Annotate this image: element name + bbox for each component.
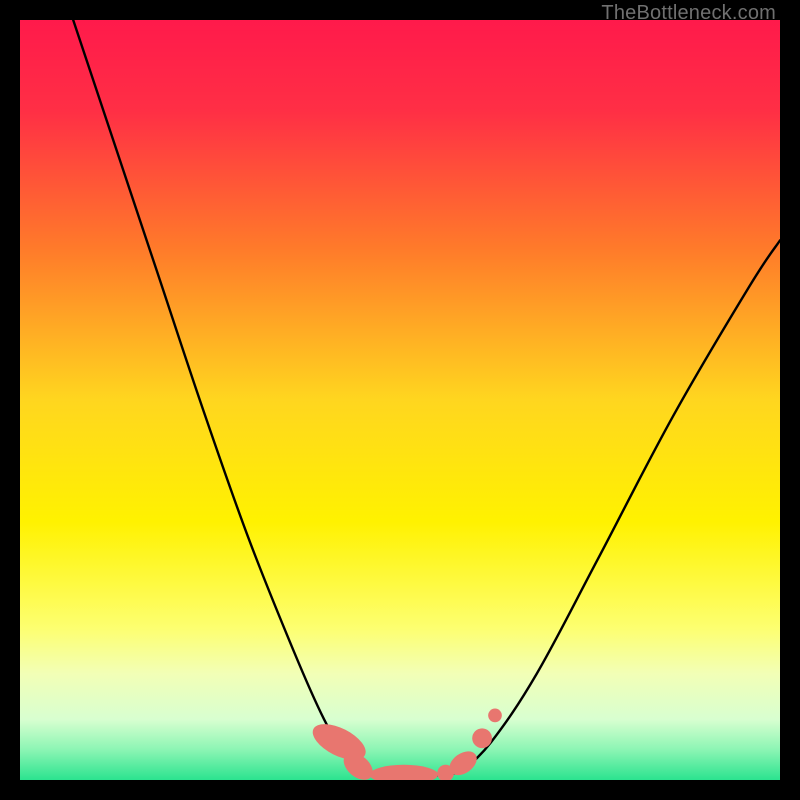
outer-frame: TheBottleneck.com xyxy=(0,0,800,800)
gradient-background xyxy=(20,20,780,780)
marker-dot-6 xyxy=(488,709,502,723)
plot-area xyxy=(20,20,780,780)
watermark-text: TheBottleneck.com xyxy=(601,2,776,25)
bottleneck-curve-chart xyxy=(20,20,780,780)
marker-dot-5 xyxy=(472,728,492,748)
